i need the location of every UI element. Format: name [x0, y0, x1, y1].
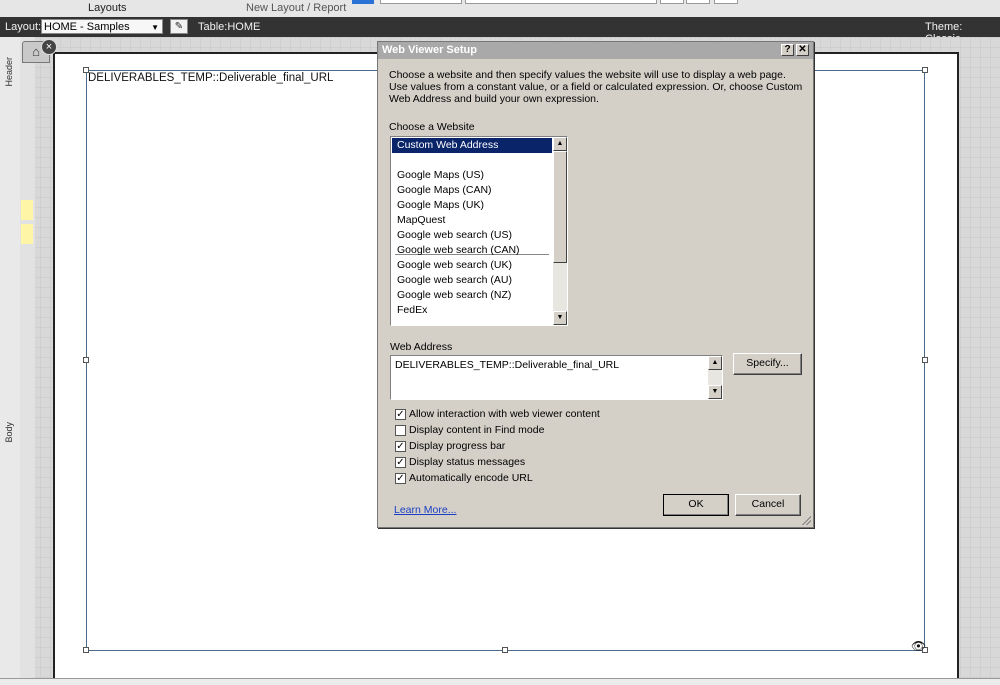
website-item-custom[interactable]: Custom Web Address [392, 138, 552, 153]
body-part-label[interactable]: Body [4, 422, 14, 443]
option-label: Allow interaction with web viewer conten… [409, 408, 600, 420]
toolbar-stub[interactable] [686, 0, 710, 4]
layout-select-value: HOME - Samples [44, 21, 130, 33]
arrow-down-icon: ▼ [711, 388, 719, 395]
part-label-strip: Header Body [0, 37, 21, 684]
layout-select[interactable]: HOME - Samples ▼ [41, 19, 163, 34]
website-item[interactable]: Google Maps (US) [392, 168, 552, 183]
header-part-label[interactable]: Header [4, 57, 14, 87]
field-marker [21, 200, 33, 220]
layouts-label[interactable]: Layouts [88, 2, 127, 14]
resize-handle[interactable] [83, 357, 89, 363]
option-label: Display status messages [409, 456, 526, 468]
scroll-up-button[interactable]: ▲ [708, 356, 722, 370]
website-item[interactable]: Google web search (NZ) [392, 288, 552, 303]
pencil-icon: ✎ [174, 21, 184, 32]
close-icon[interactable]: × [41, 39, 57, 55]
home-icon: ⌂ [32, 44, 40, 59]
option-label: Display progress bar [409, 440, 506, 452]
dialog-description: Choose a website and then specify values… [389, 69, 803, 105]
learn-more-link[interactable]: Learn More... [394, 504, 456, 516]
cancel-button[interactable]: Cancel [735, 494, 801, 516]
chevron-down-icon: ▼ [151, 23, 159, 32]
edit-layout-button[interactable]: ✎ [170, 19, 188, 34]
website-item[interactable]: Google web search (AU) [392, 273, 552, 288]
website-item[interactable]: Google web search (CAN) [392, 243, 552, 258]
website-list[interactable]: Custom Web Address Google Maps (US) Goog… [390, 136, 568, 326]
checkbox[interactable]: ✓ [395, 457, 406, 468]
dialog-title: Web Viewer Setup [382, 44, 477, 56]
website-item[interactable]: Google Maps (CAN) [392, 183, 552, 198]
table-value: HOME [227, 21, 261, 33]
left-ruler-column [20, 37, 35, 684]
web-address-label: Web Address [390, 341, 453, 353]
checkbox[interactable]: ✓ [395, 409, 406, 420]
new-layout-label[interactable]: New Layout / Report [246, 2, 346, 14]
web-viewer-setup-dialog: Web Viewer Setup ? ✕ Choose a website an… [377, 41, 814, 528]
toolbar-stub[interactable] [714, 0, 738, 4]
choose-website-label: Choose a Website [389, 121, 475, 133]
eye-icon: 👁 [911, 639, 927, 653]
toolbar-stub[interactable] [660, 0, 684, 4]
resize-handle[interactable] [83, 647, 89, 653]
web-address-scrollbar[interactable]: ▲ ▼ [708, 356, 722, 399]
scroll-up-button[interactable]: ▲ [553, 137, 567, 151]
website-list-scrollbar[interactable]: ▲ ▼ [553, 137, 567, 325]
layout-bar: Layout: HOME - Samples ▼ ✎ Table:HOME Th… [0, 17, 1000, 45]
web-address-field[interactable]: DELIVERABLES_TEMP::Deliverable_final_URL… [390, 355, 723, 400]
option-label: Display content in Find mode [409, 424, 545, 436]
scroll-down-button[interactable]: ▼ [553, 311, 567, 325]
dialog-close-button[interactable]: ✕ [796, 44, 809, 56]
specify-button[interactable]: Specify... [733, 353, 802, 375]
table-label: Table:HOME [198, 21, 260, 33]
checkbox[interactable] [395, 425, 406, 436]
ok-button[interactable]: OK [663, 494, 729, 516]
arrow-up-icon: ▲ [556, 140, 564, 147]
website-item[interactable]: FedEx [392, 303, 552, 318]
resize-handle[interactable] [502, 647, 508, 653]
scroll-down-button[interactable]: ▼ [708, 385, 722, 399]
toolbar-stub[interactable] [465, 0, 657, 4]
web-viewer-field-text: DELIVERABLES_TEMP::Deliverable_final_URL [88, 72, 334, 84]
toolbar-accent-button[interactable] [352, 0, 374, 4]
resize-handle[interactable] [922, 67, 928, 73]
scroll-thumb[interactable] [553, 151, 567, 263]
web-address-value: DELIVERABLES_TEMP::Deliverable_final_URL [395, 359, 620, 371]
arrow-up-icon: ▲ [711, 359, 719, 366]
arrow-down-icon: ▼ [556, 314, 564, 321]
resize-grip-icon[interactable] [801, 515, 811, 525]
dialog-title-bar[interactable]: Web Viewer Setup ? ✕ [378, 42, 813, 59]
field-marker [21, 224, 33, 244]
toolbar-stub[interactable] [380, 0, 462, 4]
resize-handle[interactable] [83, 67, 89, 73]
website-item[interactable]: Google Maps (UK) [392, 198, 552, 213]
option-label: Automatically encode URL [409, 472, 533, 484]
top-toolbar: Layouts New Layout / Report [0, 0, 1000, 18]
resize-handle[interactable] [922, 357, 928, 363]
table-label-text: Table: [198, 21, 228, 33]
checkbox[interactable]: ✓ [395, 473, 406, 484]
website-item[interactable]: Google web search (UK) [392, 258, 552, 273]
theme-label-text: Theme: [925, 21, 963, 33]
website-item[interactable]: MapQuest [392, 213, 552, 228]
layout-label: Layout: [5, 21, 42, 33]
website-item[interactable]: Google web search (US) [392, 228, 552, 243]
help-button[interactable]: ? [781, 44, 794, 56]
checkbox[interactable]: ✓ [395, 441, 406, 452]
